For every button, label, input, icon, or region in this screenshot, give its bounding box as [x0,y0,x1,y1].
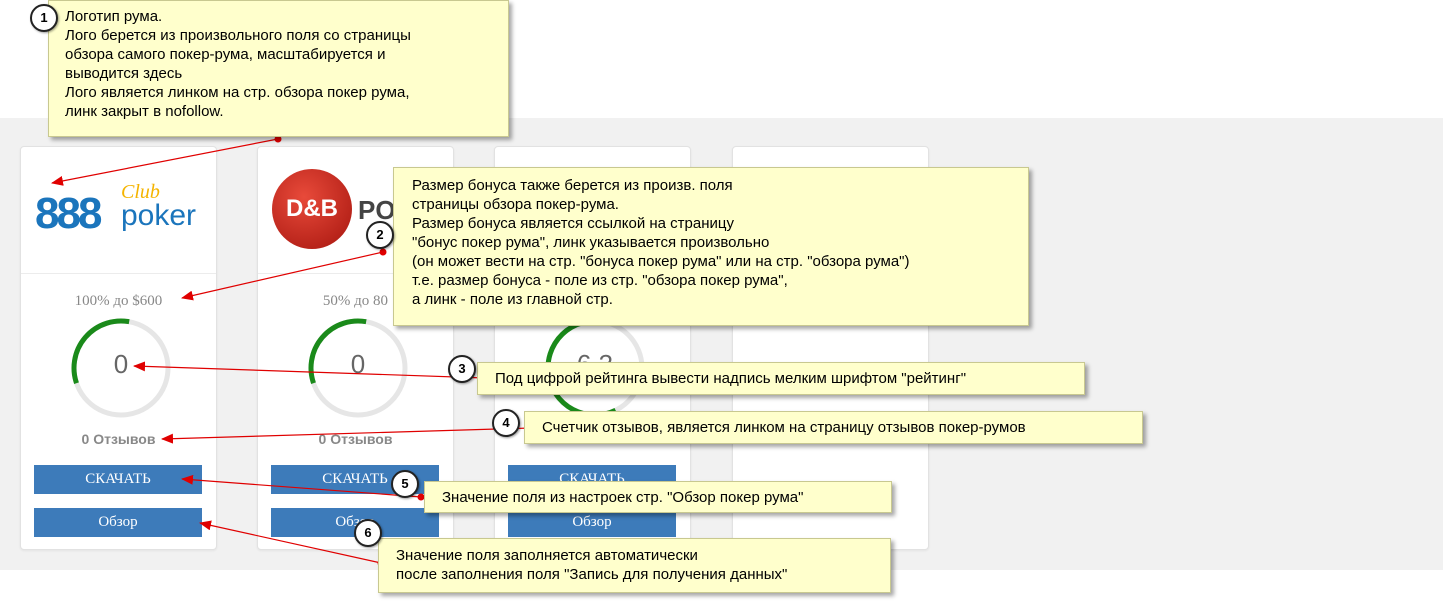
arrow-5 [181,474,422,498]
arrow-4 [161,427,532,444]
callout-number-5: 5 [391,470,419,498]
callout-number-2: 2 [366,221,394,249]
callout-note-2: Размер бонуса также берется из произв. п… [393,167,1029,326]
callout-note-1: Логотип рума. Лого берется из произвольно… [48,0,509,137]
arrow-2 [181,251,384,301]
callout-number-4: 4 [492,409,520,437]
arrow-3 [133,361,486,379]
callout-note-4: Счетчик отзывов, является линком на стра… [524,411,1143,444]
callout-note-3: Под цифрой рейтинга вывести надпись мелк… [477,362,1085,395]
callout-note-6: Значение поля заполняется автоматически п… [378,538,891,593]
callout-note-5: Значение поля из настроек стр. "Обзор по… [424,481,892,513]
callout-number-3: 3 [448,355,476,383]
callout-number-6: 6 [354,519,382,547]
callout-number-1: 1 [30,4,58,32]
arrow-2-dot [379,248,387,256]
arrow-1 [51,138,279,186]
